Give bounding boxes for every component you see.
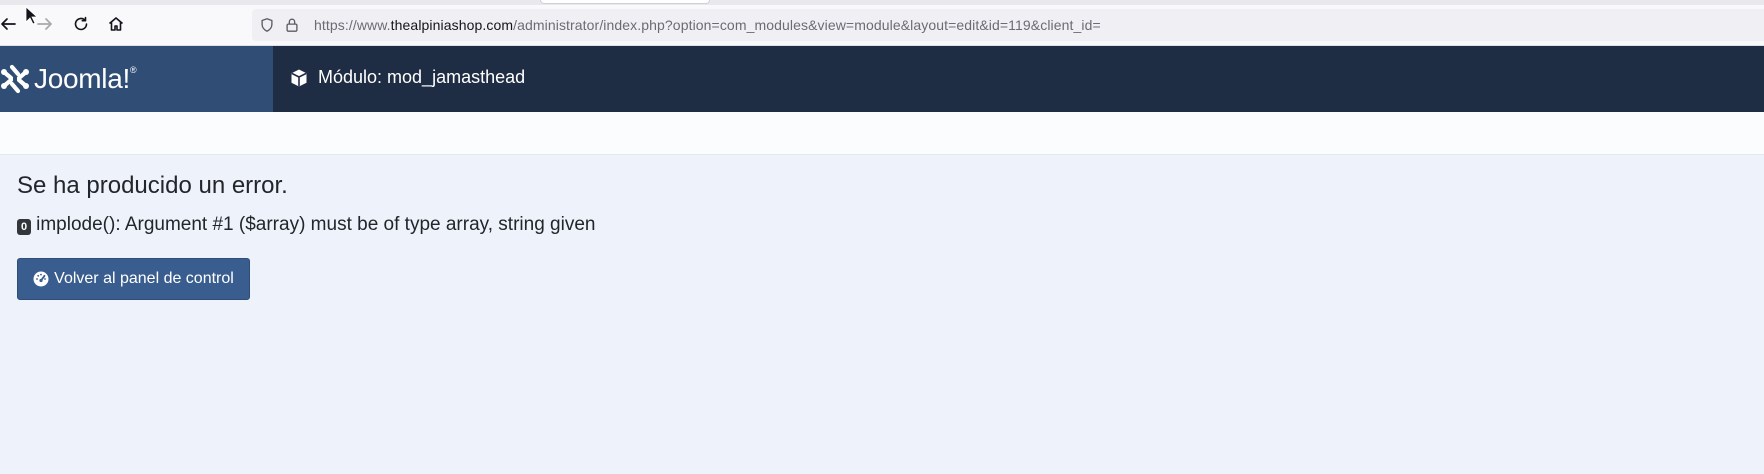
joomla-mark-icon [1,64,29,94]
error-heading: Se ha producido un error. [17,172,288,199]
cube-icon [291,69,307,86]
error-message: implode(): Argument #1 ($array) must be … [36,214,596,235]
lock-icon[interactable] [283,16,301,34]
active-tab-edge[interactable] [540,0,710,4]
url-prefix: https://www. [314,17,391,33]
logo-area[interactable]: Joomla! ® [0,46,273,112]
mouse-cursor-icon [25,6,37,25]
back-arrow-icon[interactable] [0,12,20,36]
admin-header: Joomla! ® Módulo: mod_jamasthead [0,46,1764,112]
error-code-badge: 0 [17,218,32,235]
shield-icon[interactable] [258,16,276,34]
page-title: Módulo: mod_jamasthead [289,67,525,88]
error-message-line: 0 implode(): Argument #1 ($array) must b… [17,214,595,236]
page-title-text: Módulo: mod_jamasthead [318,67,526,87]
reload-icon[interactable] [69,12,93,36]
url-host: thealpiniashop.com [390,17,514,33]
logo-text: Joomla! [34,63,130,94]
url-text[interactable]: https://www.thealpiniashop.com/administr… [314,17,1101,33]
back-to-dashboard-button[interactable]: Volver al panel de control [17,258,250,300]
browser-toolbar: https://www.thealpiniashop.com/administr… [0,0,1764,46]
toolbar-strip [0,112,1764,155]
back-button-label: Volver al panel de control [54,270,234,287]
url-bar[interactable]: https://www.thealpiniashop.com/administr… [252,9,1764,41]
joomla-logo[interactable]: Joomla! ® [0,63,137,95]
dashboard-gauge-icon [33,271,49,287]
tab-strip-edge [0,0,1764,5]
home-icon[interactable] [104,12,128,36]
url-path: /administrator/index.php?option=com_modu… [513,17,1101,33]
main-content: Se ha producido un error. 0 implode(): A… [0,155,1764,474]
logo-registered-mark: ® [129,65,137,75]
